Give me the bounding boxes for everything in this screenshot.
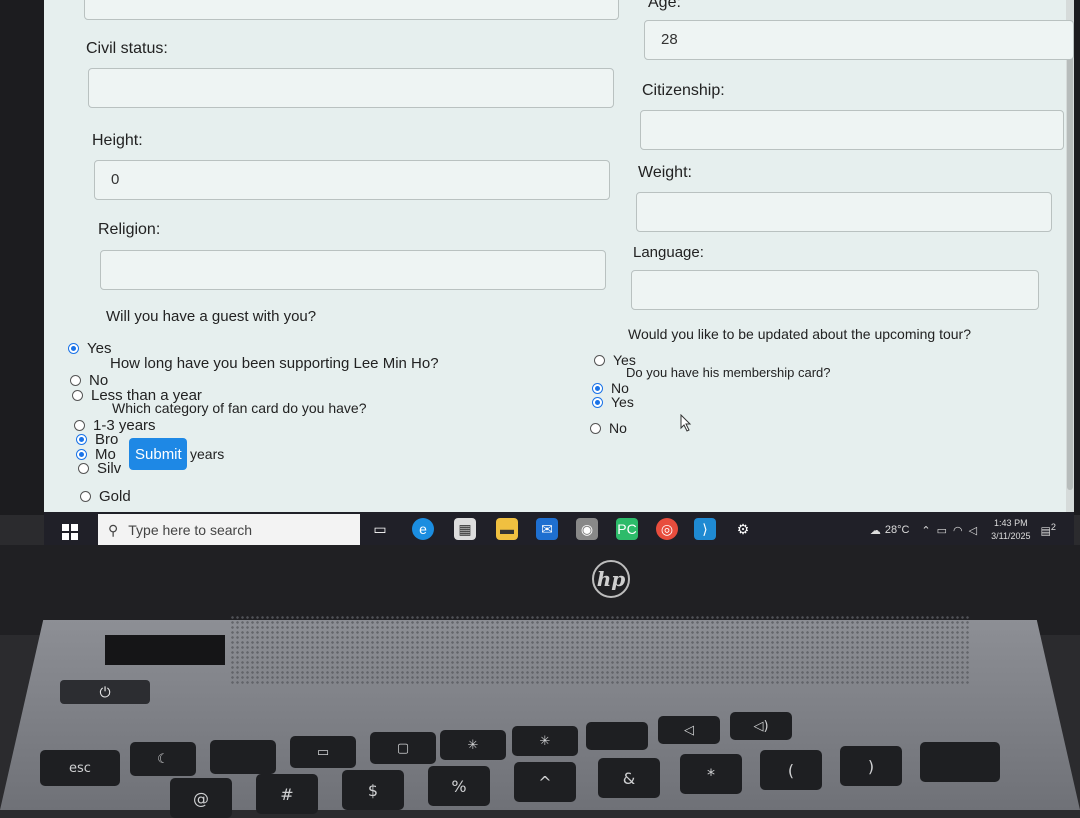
database-icon[interactable]: ◉ bbox=[576, 518, 598, 540]
citizenship-label: Citizenship: bbox=[642, 82, 725, 99]
system-tray: ☁ 28°C ⌃ ▭ ◠ ◁ 1:43 PM 3/11/2025 ▤2 bbox=[870, 512, 1056, 548]
card-silver-radio[interactable] bbox=[78, 463, 89, 474]
guest-yes-radio[interactable] bbox=[68, 343, 79, 354]
mail-icon[interactable]: ✉ bbox=[536, 518, 558, 540]
updates-yes-radio[interactable] bbox=[594, 354, 605, 366]
membership-yes-radio[interactable] bbox=[592, 396, 603, 408]
search-icon: ⚲ bbox=[108, 521, 119, 538]
f9-key[interactable]: ◁) bbox=[730, 712, 792, 740]
laptop-hinge bbox=[105, 635, 225, 665]
language-input[interactable] bbox=[631, 270, 1039, 310]
membership-question: Do you have his membership card? bbox=[626, 365, 831, 380]
clock-time: 1:43 PM bbox=[994, 518, 1028, 528]
weight-input[interactable] bbox=[636, 192, 1052, 232]
card-bronze-radio[interactable] bbox=[76, 434, 87, 445]
clock-date: 3/11/2025 bbox=[991, 531, 1031, 541]
citizenship-input[interactable] bbox=[640, 110, 1064, 150]
key-caret[interactable]: ^ bbox=[514, 762, 576, 802]
scrollbar-thumb[interactable] bbox=[1067, 30, 1073, 490]
key-at[interactable]: @ bbox=[170, 778, 232, 818]
key-percent[interactable]: % bbox=[428, 766, 490, 806]
guest-question: Will you have a guest with you? bbox=[106, 308, 317, 325]
hp-logo: hp bbox=[592, 560, 630, 598]
membership-yes-option[interactable]: Yes bbox=[592, 394, 634, 410]
age-label: Age: bbox=[648, 0, 681, 11]
f4-key[interactable]: ▢ bbox=[370, 732, 436, 764]
vscode-icon[interactable]: ⟩ bbox=[694, 518, 716, 540]
mouse-cursor-icon bbox=[680, 414, 692, 432]
pycharm-icon[interactable]: PC bbox=[616, 518, 638, 540]
battery-icon[interactable]: ▭ bbox=[937, 524, 947, 537]
settings-icon[interactable]: ⚙ bbox=[732, 518, 754, 540]
edge-icon[interactable]: e bbox=[412, 518, 434, 540]
f6-key[interactable]: ✳ bbox=[512, 726, 578, 756]
key-ampersand[interactable]: & bbox=[598, 758, 660, 798]
volume-icon[interactable]: ◁ bbox=[969, 524, 977, 537]
browser-viewport: Civil status: Height: 0 Religion: Age: 2… bbox=[44, 0, 1074, 512]
updates-no-radio[interactable] bbox=[590, 422, 601, 434]
support-duration-question: How long have you been supporting Lee Mi… bbox=[110, 355, 439, 372]
windows-taskbar: ⚲ Type here to search ▭ e ▦ ▬ ✉ ◉ PC ◎ ⟩… bbox=[44, 512, 1074, 548]
card-gold-radio[interactable] bbox=[80, 491, 91, 502]
duration-less-than-year-radio[interactable] bbox=[72, 390, 83, 401]
f2-key[interactable] bbox=[210, 740, 276, 774]
duration-more-tail: years bbox=[190, 446, 225, 462]
taskbar-search-box[interactable]: ⚲ Type here to search bbox=[98, 514, 360, 546]
key-dollar[interactable]: $ bbox=[342, 770, 404, 810]
weight-label: Weight: bbox=[638, 164, 692, 181]
vertical-scrollbar[interactable] bbox=[1066, 0, 1074, 512]
key-hash[interactable]: # bbox=[256, 774, 318, 814]
power-button-icon[interactable]: ⏻ bbox=[60, 680, 150, 704]
search-placeholder: Type here to search bbox=[128, 522, 253, 538]
civil-status-label: Civil status: bbox=[86, 40, 168, 57]
key-asterisk[interactable]: * bbox=[680, 754, 742, 794]
store-icon[interactable]: ▦ bbox=[454, 518, 476, 540]
language-label: Language: bbox=[633, 244, 704, 261]
fan-card-question: Which category of fan card do you have? bbox=[112, 400, 367, 416]
f7-key[interactable] bbox=[586, 722, 648, 750]
taskbar-clock[interactable]: 1:43 PM 3/11/2025 bbox=[991, 517, 1030, 543]
key-minus[interactable] bbox=[920, 742, 1000, 782]
notification-icon[interactable]: ▤2 bbox=[1041, 522, 1057, 538]
file-explorer-icon[interactable]: ▬ bbox=[496, 518, 518, 540]
height-input[interactable]: 0 bbox=[94, 160, 610, 200]
guest-yes-option[interactable]: Yes bbox=[68, 340, 111, 357]
civil-status-input[interactable] bbox=[88, 68, 614, 108]
religion-input[interactable] bbox=[100, 250, 606, 290]
f3-key[interactable]: ▭ bbox=[290, 736, 356, 768]
weather-temperature[interactable]: 28°C bbox=[885, 524, 910, 536]
updates-question: Would you like to be updated about the u… bbox=[628, 326, 971, 342]
wifi-icon[interactable]: ◠ bbox=[953, 524, 963, 537]
tray-overflow-icon[interactable]: ⌃ bbox=[921, 524, 930, 537]
keyboard: esc ☾ ▭ ▢ ✳ ✳ ◁ ◁) @ # $ % ^ & * ( ) bbox=[20, 712, 1080, 818]
f1-key[interactable]: ☾ bbox=[130, 742, 196, 776]
duration-more-radio[interactable] bbox=[76, 449, 87, 460]
speaker-grille bbox=[230, 615, 970, 685]
task-view-icon[interactable]: ▭ bbox=[369, 518, 391, 540]
duration-1-3-years-radio[interactable] bbox=[74, 420, 85, 431]
f8-key[interactable]: ◁ bbox=[658, 716, 720, 744]
guest-no-radio[interactable] bbox=[70, 375, 81, 386]
start-icon[interactable] bbox=[62, 524, 78, 540]
key-paren-open[interactable]: ( bbox=[760, 750, 822, 790]
esc-key[interactable]: esc bbox=[40, 750, 120, 786]
chrome-icon[interactable]: ◎ bbox=[656, 518, 678, 540]
membership-no-radio[interactable] bbox=[592, 382, 603, 394]
card-gold-option[interactable]: Gold bbox=[80, 488, 131, 505]
age-input[interactable]: 28 bbox=[644, 20, 1074, 60]
card-silver-option[interactable]: Silv bbox=[78, 460, 121, 477]
key-paren-close[interactable]: ) bbox=[840, 746, 902, 786]
updates-no-option[interactable]: No bbox=[590, 420, 627, 436]
previous-field[interactable] bbox=[84, 0, 619, 20]
f5-key[interactable]: ✳ bbox=[440, 730, 506, 760]
weather-icon: ☁ bbox=[869, 524, 881, 537]
religion-label: Religion: bbox=[98, 221, 161, 238]
submit-button[interactable]: Submit bbox=[129, 438, 187, 470]
height-label: Height: bbox=[92, 132, 143, 149]
screen-bezel-left bbox=[0, 0, 46, 515]
